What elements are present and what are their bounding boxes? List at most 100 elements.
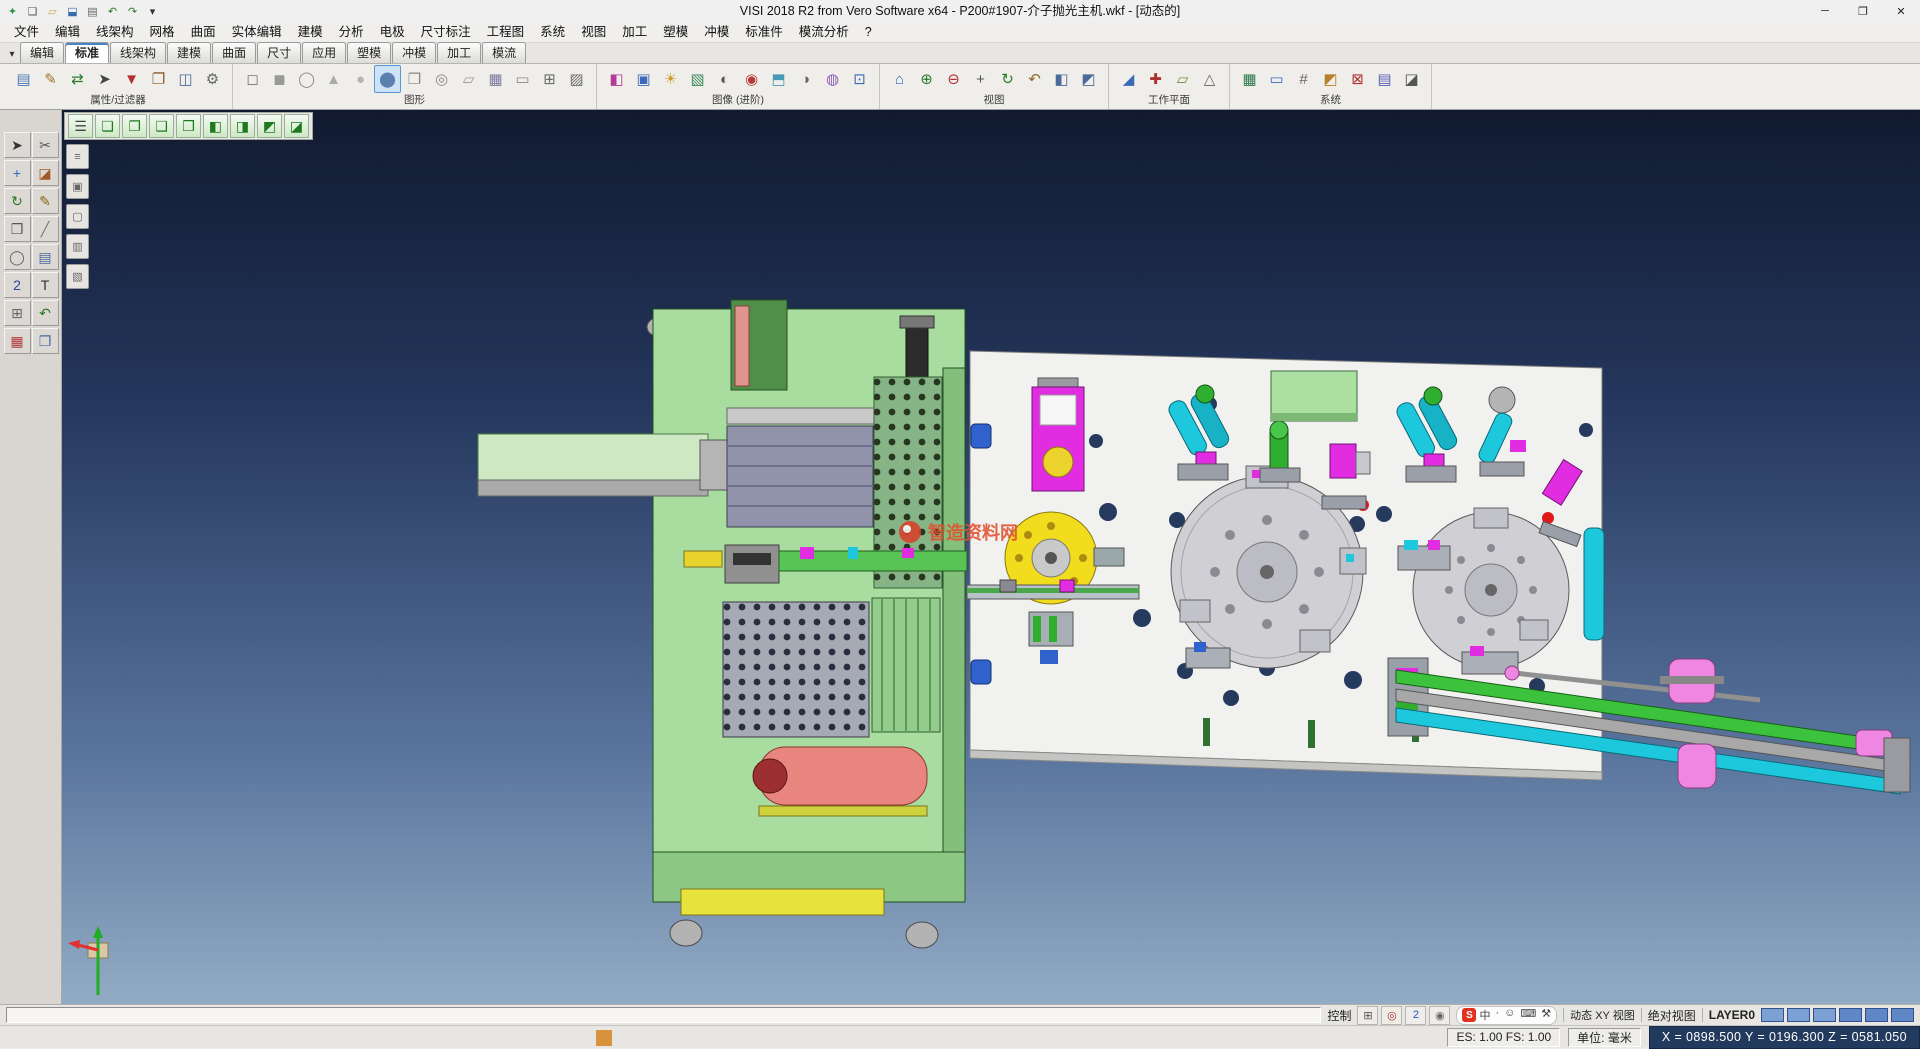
ime-punct-icon[interactable]: · bbox=[1495, 1007, 1499, 1023]
menu-item[interactable]: 网格 bbox=[142, 22, 183, 43]
previous-view-icon[interactable]: ↶ bbox=[1021, 65, 1048, 93]
minimize-button[interactable]: ─ bbox=[1806, 0, 1844, 22]
material-icon[interactable]: ▣ bbox=[630, 65, 657, 93]
grid-snap-icon[interactable]: ⊞ bbox=[4, 300, 31, 326]
ime-keyboard-icon[interactable]: ⌨ bbox=[1520, 1007, 1536, 1023]
menu-item[interactable]: 曲面 bbox=[183, 22, 224, 43]
torus-icon[interactable]: ◎ bbox=[428, 65, 455, 93]
circle-icon[interactable]: ◯ bbox=[4, 244, 31, 270]
cone-icon[interactable]: ▲ bbox=[320, 65, 347, 93]
undo-icon[interactable]: ↶ bbox=[103, 3, 122, 20]
menu-item[interactable]: 视图 bbox=[573, 22, 614, 43]
ime-logo-icon[interactable]: S bbox=[1462, 1008, 1476, 1022]
palette-icon[interactable]: ▦ bbox=[4, 328, 31, 354]
line-icon[interactable]: ╱ bbox=[32, 216, 59, 242]
menu-item[interactable]: 文件 bbox=[6, 22, 47, 43]
ribbon-tab[interactable]: 冲模 bbox=[392, 42, 436, 63]
iso-cube-icon-6[interactable]: ◨ bbox=[230, 114, 255, 138]
sphere-icon[interactable]: ● bbox=[347, 65, 374, 93]
viewbar-wire-icon[interactable]: ▢ bbox=[66, 204, 89, 229]
iso-cube-icon-2[interactable]: ❐ bbox=[122, 114, 147, 138]
filter-settings-icon[interactable]: ⚙ bbox=[199, 65, 226, 93]
table-icon[interactable]: ▤ bbox=[1371, 65, 1398, 93]
zoom-all-icon[interactable]: ⌂ bbox=[886, 65, 913, 93]
menu-item[interactable]: 建模 bbox=[290, 22, 331, 43]
iso-cube-icon-7[interactable]: ◩ bbox=[257, 114, 282, 138]
environment-icon[interactable]: ⬒ bbox=[765, 65, 792, 93]
iso-view-icon[interactable]: ◩ bbox=[1075, 65, 1102, 93]
menu-item[interactable]: 系统 bbox=[532, 22, 573, 43]
command-prompt-field[interactable] bbox=[6, 1007, 1321, 1023]
funnel-filter-icon[interactable]: ▼ bbox=[118, 65, 145, 93]
menu-item[interactable]: 电极 bbox=[372, 22, 413, 43]
redo-icon[interactable]: ↷ bbox=[123, 3, 142, 20]
texture-icon[interactable]: ▧ bbox=[684, 65, 711, 93]
tracking-icon[interactable]: ◉ bbox=[1429, 1006, 1450, 1025]
zoom-in-icon[interactable]: ⊕ bbox=[913, 65, 940, 93]
osnap-icon[interactable]: ◎ bbox=[1381, 1006, 1402, 1025]
ribbon-tab[interactable]: 标准 bbox=[65, 42, 109, 63]
menu-item[interactable]: 尺寸标注 bbox=[413, 22, 479, 43]
ribbon-tab[interactable]: 曲面 bbox=[212, 42, 256, 63]
purge-icon[interactable]: ⊠ bbox=[1344, 65, 1371, 93]
viewbar-handle-icon[interactable]: ≡ bbox=[66, 144, 89, 169]
block-icon[interactable]: ❒ bbox=[401, 65, 428, 93]
workplane-xy-icon[interactable]: ◢ bbox=[1115, 65, 1142, 93]
badge-2-icon[interactable]: 2 bbox=[1405, 1006, 1426, 1025]
iso-cube-icon-5[interactable]: ◧ bbox=[203, 114, 228, 138]
pick-filter-icon[interactable]: ➤ bbox=[91, 65, 118, 93]
control-label[interactable]: 控制 bbox=[1327, 1007, 1351, 1024]
menu-item[interactable]: 冲模 bbox=[696, 22, 737, 43]
menu-item[interactable]: 工程图 bbox=[479, 22, 533, 43]
new-file-icon[interactable]: ❏ bbox=[23, 3, 42, 20]
snap-grid-icon[interactable]: ⊞ bbox=[1357, 1006, 1378, 1025]
offset-icon[interactable]: 2 bbox=[4, 272, 31, 298]
viewport-canvas[interactable]: 智造资料网 bbox=[62, 110, 1920, 1004]
light-icon[interactable]: ☀ bbox=[657, 65, 684, 93]
menu-item[interactable]: 分析 bbox=[331, 22, 372, 43]
sketch-icon[interactable]: ✎ bbox=[32, 188, 59, 214]
copy-icon[interactable]: ❐ bbox=[32, 328, 59, 354]
layer-color-bar[interactable] bbox=[1891, 1008, 1914, 1022]
snapshot-icon[interactable]: ⊡ bbox=[846, 65, 873, 93]
mesh-icon[interactable]: ▦ bbox=[482, 65, 509, 93]
tab-dropdown-icon[interactable]: ▾ bbox=[4, 49, 20, 63]
view-menu-icon[interactable]: ☰ bbox=[68, 114, 93, 138]
contrast-icon[interactable]: ◑ bbox=[792, 65, 819, 93]
viewport[interactable]: 智造资料网 ☰❏❐❑❒◧◨◩◪ ≡▣▢▥▧ bbox=[62, 110, 1920, 1004]
layer-color-bar[interactable] bbox=[1865, 1008, 1888, 1022]
screen-icon[interactable]: ▭ bbox=[1263, 65, 1290, 93]
undo-tool-icon[interactable]: ↶ bbox=[32, 300, 59, 326]
iso-cube-icon-8[interactable]: ◪ bbox=[284, 114, 309, 138]
move-icon[interactable]: + bbox=[4, 160, 31, 186]
plane-icon[interactable]: ▱ bbox=[455, 65, 482, 93]
ribbon-tab[interactable]: 加工 bbox=[437, 42, 481, 63]
ribbon-tab[interactable]: 建模 bbox=[167, 42, 211, 63]
menu-item[interactable]: 实体编辑 bbox=[224, 22, 290, 43]
menu-item[interactable]: 标准件 bbox=[737, 22, 791, 43]
render-icon[interactable]: ◧ bbox=[603, 65, 630, 93]
workplane-new-icon[interactable]: ✚ bbox=[1142, 65, 1169, 93]
zoom-out-icon[interactable]: ⊖ bbox=[940, 65, 967, 93]
calculator-icon[interactable]: # bbox=[1290, 65, 1317, 93]
rotate-view-icon[interactable]: ↻ bbox=[994, 65, 1021, 93]
front-view-icon[interactable]: ◧ bbox=[1048, 65, 1075, 93]
open-file-icon[interactable]: ▱ bbox=[43, 3, 62, 20]
solid-box-icon[interactable]: ❒ bbox=[4, 216, 31, 242]
sheet-icon[interactable]: ▤ bbox=[32, 244, 59, 270]
swap-filter-icon[interactable]: ⇄ bbox=[64, 65, 91, 93]
viewbar-section-icon[interactable]: ▥ bbox=[66, 234, 89, 259]
shaded-icon[interactable]: ◼ bbox=[266, 65, 293, 93]
iso-cube-icon-3[interactable]: ❑ bbox=[149, 114, 174, 138]
edit-attributes-icon[interactable]: ✎ bbox=[37, 65, 64, 93]
ribbon-tab[interactable]: 应用 bbox=[302, 42, 346, 63]
layer-color-bar[interactable] bbox=[1761, 1008, 1784, 1022]
macro-icon[interactable]: ◩ bbox=[1317, 65, 1344, 93]
layer-color-bar[interactable] bbox=[1813, 1008, 1836, 1022]
app-icon[interactable]: ✦ bbox=[3, 3, 22, 20]
menu-item[interactable]: 模流分析 bbox=[791, 22, 857, 43]
ribbon-tab[interactable]: 塑模 bbox=[347, 42, 391, 63]
menu-item[interactable]: 线架构 bbox=[88, 22, 142, 43]
maximize-button[interactable]: ❐ bbox=[1844, 0, 1882, 22]
iso-cube-icon-4[interactable]: ❒ bbox=[176, 114, 201, 138]
